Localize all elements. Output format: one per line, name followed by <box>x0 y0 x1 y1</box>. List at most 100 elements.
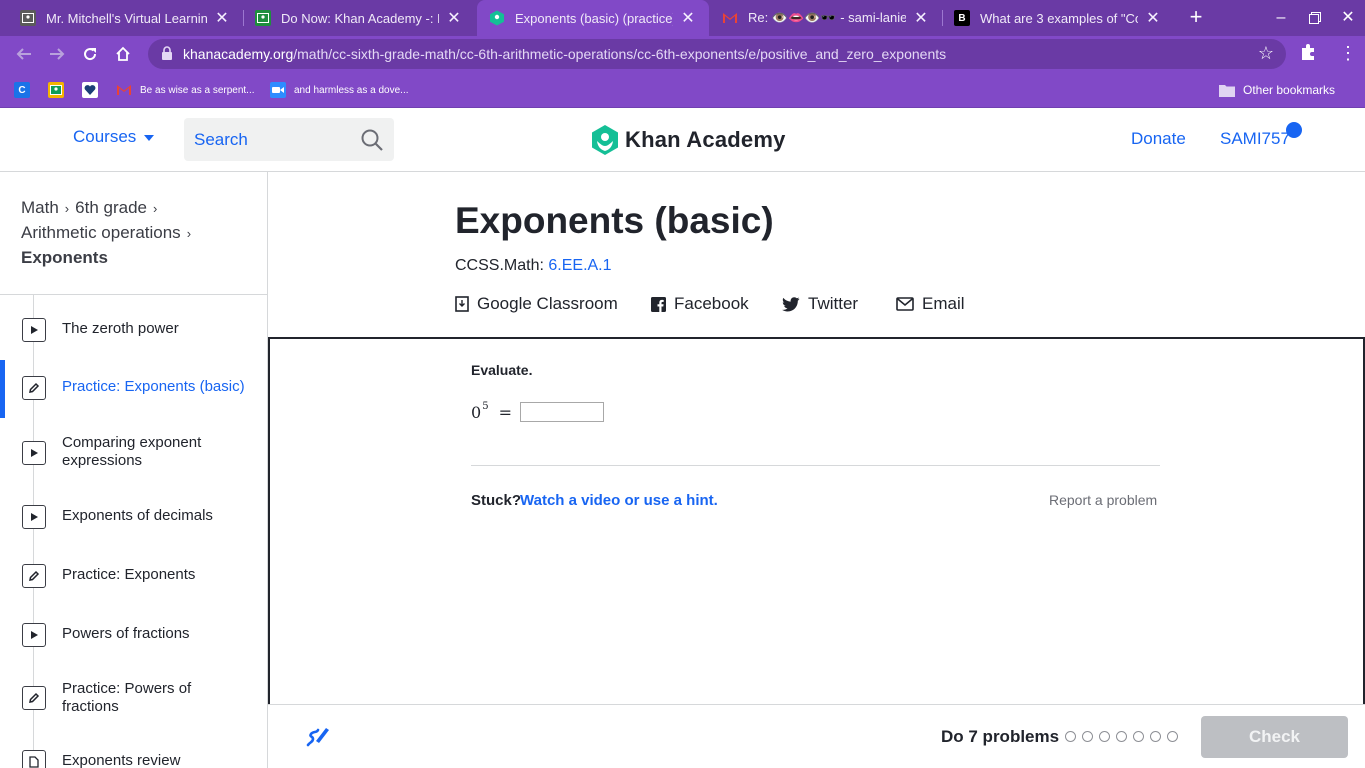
answer-input[interactable] <box>519 402 604 422</box>
breadcrumb-math[interactable]: Math <box>21 198 59 217</box>
pencil-icon <box>22 686 46 710</box>
sidebar-item-practice-powers-of-fractions[interactable]: Practice: Powers of fractions <box>0 680 267 716</box>
restore-icon[interactable] <box>1301 6 1329 30</box>
progress-dot <box>1065 731 1076 742</box>
browser-tab[interactable]: Mr. Mitchell's Virtual Learning ✕ <box>8 0 243 36</box>
tab-title: Do Now: Khan Academy -: Exp <box>281 10 439 26</box>
forward-icon[interactable] <box>45 42 69 66</box>
close-window-icon[interactable]: ✕ <box>1334 6 1362 30</box>
browser-tab-strip: Mr. Mitchell's Virtual Learning ✕ Do Now… <box>0 0 1365 36</box>
tab-title: Mr. Mitchell's Virtual Learning <box>46 10 207 26</box>
extensions-icon[interactable] <box>1298 42 1318 62</box>
progress-dot <box>1167 731 1178 742</box>
share-label: Email <box>922 294 965 313</box>
site-header: Courses Search Khan Academy Donate SAMI7… <box>0 108 1365 172</box>
new-tab-icon[interactable]: + <box>1184 6 1208 30</box>
chevron-right-icon: › <box>64 201 70 216</box>
pencil-icon <box>22 564 46 588</box>
math-expression: 05 = <box>471 400 604 422</box>
sidebar-item-comparing-exponent-expressions[interactable]: Comparing exponent expressions <box>0 434 267 470</box>
khan-academy-logo[interactable]: Khan Academy <box>590 124 786 156</box>
page-title: Exponents (basic) <box>455 200 774 241</box>
browser-tab[interactable]: Re: 👁️👄👁️🕶️ - sami-lanier@ ✕ <box>710 0 942 36</box>
bookmark-item[interactable]: and harmless as a dove... <box>270 80 409 100</box>
tab-title: What are 3 examples of "Conc <box>980 10 1138 26</box>
share-facebook[interactable]: Facebook <box>651 294 749 314</box>
hint-link[interactable]: Watch a video or use a hint. <box>520 492 718 509</box>
math-base: 0 <box>471 402 482 422</box>
math-exponent: 5 <box>482 400 489 412</box>
donate-link[interactable]: Donate <box>1131 129 1186 149</box>
back-icon[interactable] <box>12 42 36 66</box>
tab-title: Exponents (basic) (practice) | <box>515 10 673 26</box>
menu-icon[interactable]: ⋮ <box>1338 42 1358 64</box>
sidebar-item-practice-exponents[interactable]: Practice: Exponents <box>0 557 267 593</box>
bookmark-item[interactable] <box>48 80 72 100</box>
courses-label: Courses <box>73 127 137 146</box>
home-icon[interactable] <box>111 42 135 66</box>
share-label: Google Classroom <box>477 294 618 313</box>
breadcrumb-arithmetic-operations[interactable]: Arithmetic operations <box>21 223 181 242</box>
share-label: Facebook <box>674 294 749 313</box>
progress-dot <box>1099 731 1110 742</box>
sidebar-item-powers-of-fractions[interactable]: Powers of fractions <box>0 616 267 652</box>
scratchpad-icon[interactable] <box>304 722 332 750</box>
browser-tab-active[interactable]: Exponents (basic) (practice) | ✕ <box>477 0 709 36</box>
share-google-classroom[interactable]: Google Classroom <box>455 294 618 314</box>
user-menu[interactable]: SAMI757 <box>1220 129 1290 149</box>
sidebar-item-label: Exponents of decimals <box>62 507 213 524</box>
share-twitter[interactable]: Twitter <box>782 294 858 314</box>
search-input[interactable]: Search <box>184 118 394 161</box>
sidebar-item-label: Practice: Exponents (basic) <box>62 378 245 395</box>
sidebar-item-label: The zeroth power <box>62 320 179 337</box>
bookmark-item[interactable]: Be as wise as a serpent... <box>116 80 255 100</box>
browser-tab[interactable]: Do Now: Khan Academy -: Exp ✕ <box>243 0 475 36</box>
sidebar-item-practice-exponents-basic[interactable]: Practice: Exponents (basic) <box>0 370 267 406</box>
bookmark-star-icon[interactable]: ☆ <box>1258 43 1274 64</box>
bookmark-item[interactable]: C <box>14 80 38 100</box>
google-classroom-icon <box>455 296 469 312</box>
notification-dot <box>1286 122 1302 138</box>
brainly-icon: B <box>954 10 970 26</box>
close-tab-icon[interactable]: ✕ <box>679 8 697 28</box>
chevron-right-icon: › <box>152 201 158 216</box>
bookmark-label: and harmless as a dove... <box>294 84 409 96</box>
standard-link[interactable]: 6.EE.A.1 <box>548 257 611 274</box>
search-placeholder: Search <box>194 130 248 149</box>
bookmark-item[interactable] <box>82 80 106 100</box>
article-icon <box>22 750 46 768</box>
address-bar[interactable]: khanacademy.org/math/cc-sixth-grade-math… <box>148 39 1286 69</box>
sidebar-item-exponents-of-decimals[interactable]: Exponents of decimals <box>0 498 267 534</box>
other-bookmarks[interactable]: Other bookmarks <box>1219 80 1335 100</box>
share-email[interactable]: Email <box>896 294 965 314</box>
browser-toolbar: khanacademy.org/math/cc-sixth-grade-math… <box>0 36 1365 72</box>
sidebar-item-zeroth-power[interactable]: The zeroth power <box>0 312 267 348</box>
breadcrumb-exponents[interactable]: Exponents <box>21 248 108 267</box>
courses-menu[interactable]: Courses <box>73 127 155 147</box>
close-tab-icon[interactable]: ✕ <box>213 8 231 28</box>
caret-down-icon <box>144 135 155 141</box>
other-bookmarks-label: Other bookmarks <box>1243 83 1336 97</box>
minimize-icon[interactable]: – <box>1267 6 1295 30</box>
progress-dot <box>1116 731 1127 742</box>
sidebar-item-label: Powers of fractions <box>62 625 190 642</box>
zoom-icon <box>270 82 286 98</box>
search-icon[interactable] <box>360 128 384 152</box>
close-tab-icon[interactable]: ✕ <box>912 8 930 28</box>
check-button[interactable]: Check <box>1201 716 1348 758</box>
bookmark-label: Be as wise as a serpent... <box>140 84 255 96</box>
reload-icon[interactable] <box>78 42 102 66</box>
stuck-label: Stuck? <box>471 492 522 509</box>
classroom-icon <box>20 10 36 26</box>
exercise-divider <box>471 465 1160 466</box>
progress-dot <box>1133 731 1144 742</box>
close-tab-icon[interactable]: ✕ <box>445 8 463 28</box>
close-tab-icon[interactable]: ✕ <box>1144 8 1162 28</box>
sidebar-item-exponents-review[interactable]: Exponents review <box>0 744 267 768</box>
breadcrumb: Math › 6th grade › Arithmetic operations › E… <box>21 196 251 270</box>
play-icon <box>22 441 46 465</box>
sidebar-divider <box>0 294 267 295</box>
report-problem-link[interactable]: Report a problem <box>1049 492 1157 508</box>
breadcrumb-6th-grade[interactable]: 6th grade <box>75 198 147 217</box>
browser-tab[interactable]: B What are 3 examples of "Conc ✕ <box>942 0 1174 36</box>
